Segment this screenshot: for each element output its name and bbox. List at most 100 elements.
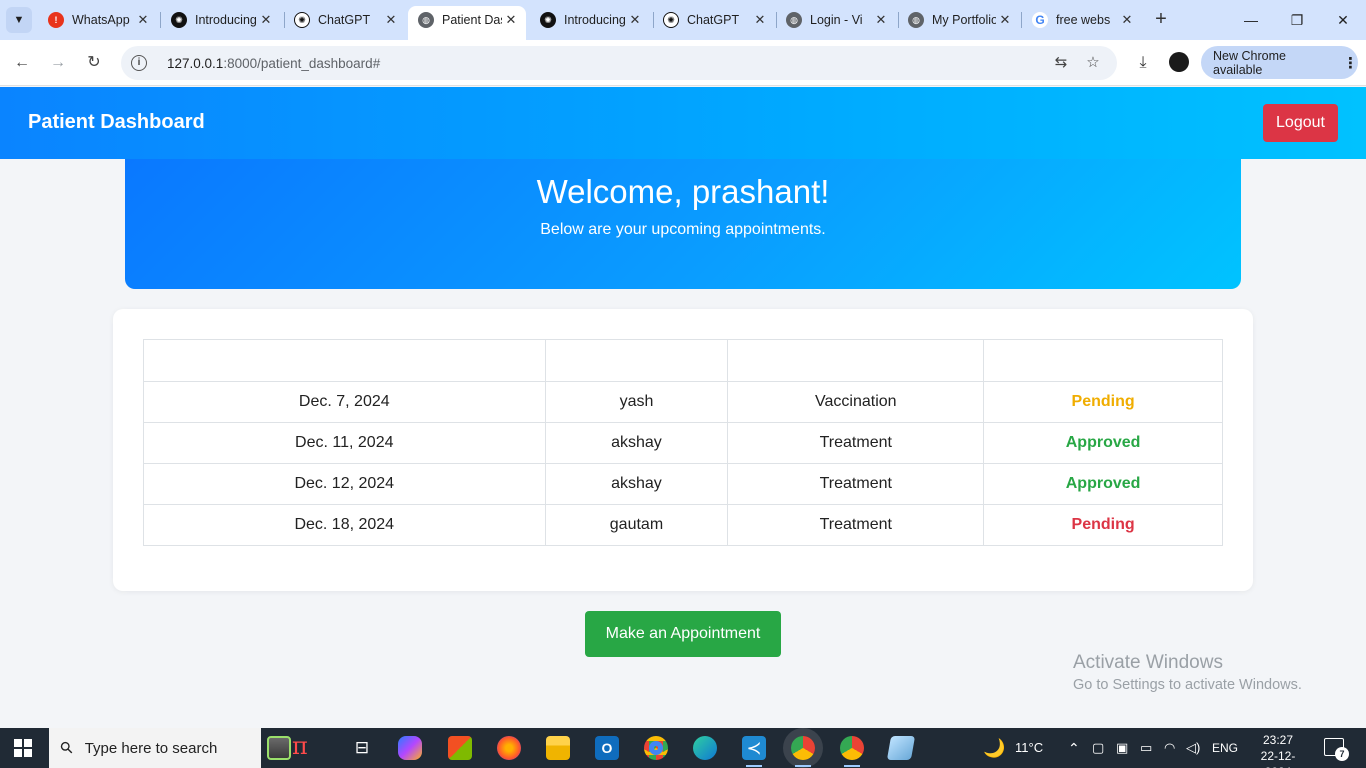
chevron-up-icon[interactable]: ⌃ (1068, 728, 1080, 768)
close-icon[interactable]: ✕ (872, 12, 890, 28)
globe-icon: ◍ (786, 12, 802, 28)
tab-chatgpt-2[interactable]: ✺ ChatGPT ✕ (653, 6, 775, 34)
appointment-date: Dec. 11, 2024 (143, 422, 546, 464)
table-row: Dec. 18, 2024 gautam Treatment Pending (143, 504, 1223, 546)
reload-button[interactable]: ↻ (81, 50, 107, 76)
weather-icon[interactable]: 🌙 (983, 728, 1005, 768)
appointment-doctor: gautam (544, 504, 729, 546)
reload-icon: ↻ (87, 54, 101, 71)
table-header-row (143, 339, 1223, 382)
math-app-icon[interactable]: π (292, 732, 326, 762)
restore-button[interactable]: ❐ (1274, 8, 1320, 32)
copilot-icon[interactable] (398, 736, 422, 760)
site-info-icon[interactable]: i (131, 55, 147, 71)
display-icon[interactable]: ▣ (1116, 728, 1128, 768)
table-row: Dec. 11, 2024 akshay Treatment Approved (143, 422, 1223, 464)
translate-icon[interactable]: ⇆ (1051, 53, 1071, 73)
chrome-update-button[interactable]: New Chrome available ⋮ (1201, 46, 1358, 79)
arrow-right-icon: → (50, 54, 66, 71)
column-header-doctor (544, 339, 729, 382)
url-text: 127.0.0.1:8000/patient_dashboard# (167, 55, 381, 71)
taskbar-clock[interactable]: 23:27 22-12-2024 (1248, 732, 1308, 768)
site-header: Patient Dashboard Logout (0, 87, 1366, 159)
browser-tab-strip: ▼ ! WhatsApp ✕ ✺ Introducing ✕ ✺ ChatGPT… (0, 0, 1366, 40)
firefox-icon[interactable] (497, 736, 521, 760)
tab-search-button[interactable]: ▼ (6, 7, 32, 33)
bookmark-star-icon[interactable]: ☆ (1083, 53, 1103, 73)
browser-toolbar: ← → ↻ i 127.0.0.1:8000/patient_dashboard… (0, 40, 1366, 86)
arrow-left-icon: ← (14, 54, 30, 71)
notepad-icon[interactable] (886, 736, 916, 760)
chrome-icon[interactable] (644, 736, 668, 760)
chrome-profile-icon[interactable] (840, 736, 864, 767)
calculator-icon[interactable] (267, 736, 291, 760)
appointment-doctor: akshay (544, 463, 729, 505)
openai-icon: ✺ (294, 12, 310, 28)
appointment-date: Dec. 7, 2024 (143, 381, 546, 423)
appointment-type: Treatment (727, 422, 985, 464)
download-icon[interactable]: ⤓ (1132, 52, 1154, 74)
windows-start-icon[interactable] (14, 739, 32, 757)
watermark-subtitle: Go to Settings to activate Windows. (1073, 677, 1302, 693)
minimize-button[interactable]: — (1228, 8, 1274, 32)
chevron-down-icon: ▼ (13, 14, 25, 26)
welcome-subtitle: Below are your upcoming appointments. (540, 221, 826, 238)
tab-whatsapp[interactable]: ! WhatsApp ✕ (38, 6, 158, 34)
site-brand[interactable]: Patient Dashboard (28, 111, 205, 134)
openai-icon: ✺ (663, 12, 679, 28)
close-icon[interactable]: ✕ (1118, 12, 1136, 28)
outlook-icon[interactable]: O (595, 736, 619, 760)
close-icon[interactable]: ✕ (751, 12, 769, 28)
appointment-type: Treatment (727, 463, 985, 505)
column-header-date (143, 339, 546, 382)
logout-button[interactable]: Logout (1263, 104, 1338, 142)
task-view-icon[interactable]: ⊟ (350, 736, 374, 760)
volume-icon[interactable]: ◁) (1186, 728, 1200, 768)
close-icon[interactable]: ✕ (257, 12, 275, 28)
appointment-doctor: yash (544, 381, 729, 423)
google-icon: G (1032, 12, 1048, 28)
notification-center-icon[interactable]: 7 (1324, 738, 1349, 761)
tab-login[interactable]: ◍ Login - Vi ✕ (776, 6, 896, 34)
new-tab-button[interactable]: + (1150, 8, 1172, 32)
close-icon[interactable]: ✕ (382, 12, 400, 28)
language-indicator[interactable]: ENG (1212, 728, 1238, 768)
tab-chatgpt-1[interactable]: ✺ ChatGPT ✕ (284, 6, 406, 34)
search-icon: ⚲ (57, 738, 78, 759)
tab-introducing-2[interactable]: ✺ Introducing ✕ (530, 6, 650, 34)
tab-patient-dashboard[interactable]: ◍ Patient Dashboard ✕ (408, 6, 526, 40)
watermark-title: Activate Windows (1073, 652, 1223, 673)
make-appointment-button[interactable]: Make an Appointment (585, 611, 781, 657)
close-window-button[interactable]: ✕ (1320, 8, 1366, 32)
file-explorer-icon[interactable] (546, 736, 570, 760)
back-button[interactable]: ← (9, 50, 35, 76)
appointments-table: Dec. 7, 2024 yash Vaccination Pending De… (143, 339, 1223, 546)
profile-avatar[interactable] (1169, 52, 1189, 72)
taskbar-search-box[interactable]: ⚲ Type here to search (49, 728, 261, 768)
whatsapp-icon: ! (48, 12, 64, 28)
tab-introducing-1[interactable]: ✺ Introducing ✕ (161, 6, 281, 34)
close-icon[interactable]: ✕ (996, 12, 1014, 28)
appointment-status: Approved (983, 463, 1223, 505)
wifi-icon[interactable]: ◠ (1164, 728, 1175, 768)
appointment-doctor: akshay (544, 422, 729, 464)
address-bar[interactable]: i 127.0.0.1:8000/patient_dashboard# (121, 46, 1117, 80)
meet-now-icon[interactable]: ▢ (1092, 728, 1104, 768)
forward-button[interactable]: → (45, 50, 71, 76)
weather-temperature[interactable]: 11°C (1015, 728, 1043, 768)
tab-my-portfolio[interactable]: ◍ My Portfolio ✕ (898, 6, 1020, 34)
battery-icon[interactable]: ▭ (1140, 728, 1152, 768)
close-icon[interactable]: ✕ (134, 12, 152, 28)
clock-date: 22-12-2024 (1260, 749, 1296, 768)
appointment-type: Vaccination (727, 381, 985, 423)
appointment-date: Dec. 12, 2024 (143, 463, 546, 505)
welcome-title: Welcome, prashant! (536, 173, 830, 210)
more-menu-icon[interactable]: ⋮ (1343, 54, 1358, 72)
close-icon[interactable]: ✕ (502, 12, 520, 28)
chrome-active-icon[interactable] (791, 736, 815, 767)
close-icon[interactable]: ✕ (626, 12, 644, 28)
vscode-icon[interactable]: ≺ (742, 736, 766, 767)
edge-icon[interactable] (693, 736, 717, 760)
microsoft-store-icon[interactable] (448, 736, 472, 760)
tab-free-websites[interactable]: G free webs ✕ (1022, 6, 1142, 34)
